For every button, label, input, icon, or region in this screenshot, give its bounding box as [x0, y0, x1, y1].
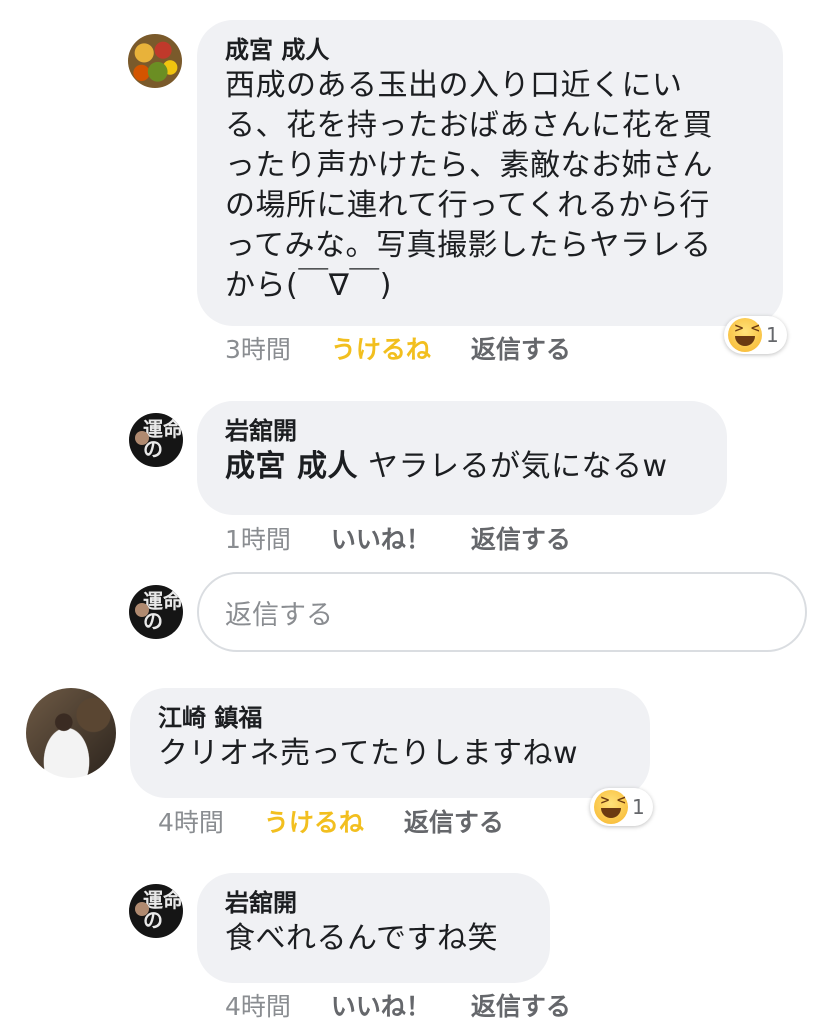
- comment-text: 成宮 成人 ヤラレるが気になるw: [225, 449, 668, 484]
- avatar-face: [135, 902, 149, 916]
- comment-actions: 1時間 いいね！ 返信する: [225, 520, 571, 556]
- reaction-badge[interactable]: 1: [724, 316, 787, 354]
- comment-timestamp[interactable]: 4時間: [158, 803, 224, 839]
- comment-timestamp[interactable]: 3時間: [225, 330, 291, 366]
- comment-bubble: 岩舘開 食べれるんですね笑: [197, 873, 550, 983]
- comment-author[interactable]: 岩舘開: [225, 887, 522, 919]
- like-button[interactable]: いいね！: [331, 520, 431, 556]
- comment-text: 西成のある玉出の入り口近くにい る、花を持ったおばあさんに花を買 ったり声かけた…: [225, 68, 713, 303]
- reply-button[interactable]: 返信する: [471, 520, 571, 556]
- reply-input[interactable]: 返信する: [197, 572, 807, 652]
- reaction-count: 1: [632, 795, 645, 819]
- avatar: 運命の: [129, 585, 183, 639]
- avatar-face: [135, 431, 149, 445]
- comment-text: クリオネ売ってたりしますねw: [158, 736, 579, 771]
- reply-input-placeholder: 返信する: [225, 599, 333, 631]
- reply-button[interactable]: 返信する: [404, 803, 504, 839]
- avatar-face: [135, 603, 149, 617]
- comment-timestamp[interactable]: 4時間: [225, 987, 291, 1023]
- avatar[interactable]: 運命の: [129, 884, 183, 938]
- comment-actions: 4時間 うけるね 返信する: [158, 803, 504, 839]
- reaction-count: 1: [766, 323, 779, 347]
- comment-actions: 3時間 うけるね 返信する: [225, 330, 571, 366]
- comment-author[interactable]: 江崎 鎮福: [158, 702, 622, 734]
- avatar-text: 運命の: [143, 417, 183, 461]
- avatar-text: 運命の: [143, 888, 183, 932]
- comment-author[interactable]: 岩舘開: [225, 415, 699, 447]
- comment-bubble: 江崎 鎮福 クリオネ売ってたりしますねw: [130, 688, 650, 798]
- haha-icon: [728, 318, 762, 352]
- reaction-button[interactable]: うけるね: [331, 330, 431, 366]
- haha-icon: [594, 790, 628, 824]
- mention-link[interactable]: 成宮 成人: [225, 449, 358, 484]
- like-button[interactable]: いいね！: [331, 987, 431, 1023]
- comment-text: 食べれるんですね笑: [225, 921, 498, 956]
- reply-button[interactable]: 返信する: [471, 330, 571, 366]
- comment-timestamp[interactable]: 1時間: [225, 520, 291, 556]
- comment-actions: 4時間 いいね！ 返信する: [225, 987, 571, 1023]
- reaction-button[interactable]: うけるね: [264, 803, 364, 839]
- comment-bubble: 成宮 成人 西成のある玉出の入り口近くにい る、花を持ったおばあさんに花を買 っ…: [197, 20, 783, 326]
- reply-button[interactable]: 返信する: [471, 987, 571, 1023]
- avatar[interactable]: [128, 34, 182, 88]
- avatar[interactable]: 運命の: [129, 413, 183, 467]
- comment-author[interactable]: 成宮 成人: [225, 34, 755, 66]
- avatar-text: 運命の: [143, 589, 183, 633]
- comment-bubble: 岩舘開 成宮 成人 ヤラレるが気になるw: [197, 401, 727, 515]
- reaction-badge[interactable]: 1: [590, 788, 653, 826]
- avatar[interactable]: [26, 688, 116, 778]
